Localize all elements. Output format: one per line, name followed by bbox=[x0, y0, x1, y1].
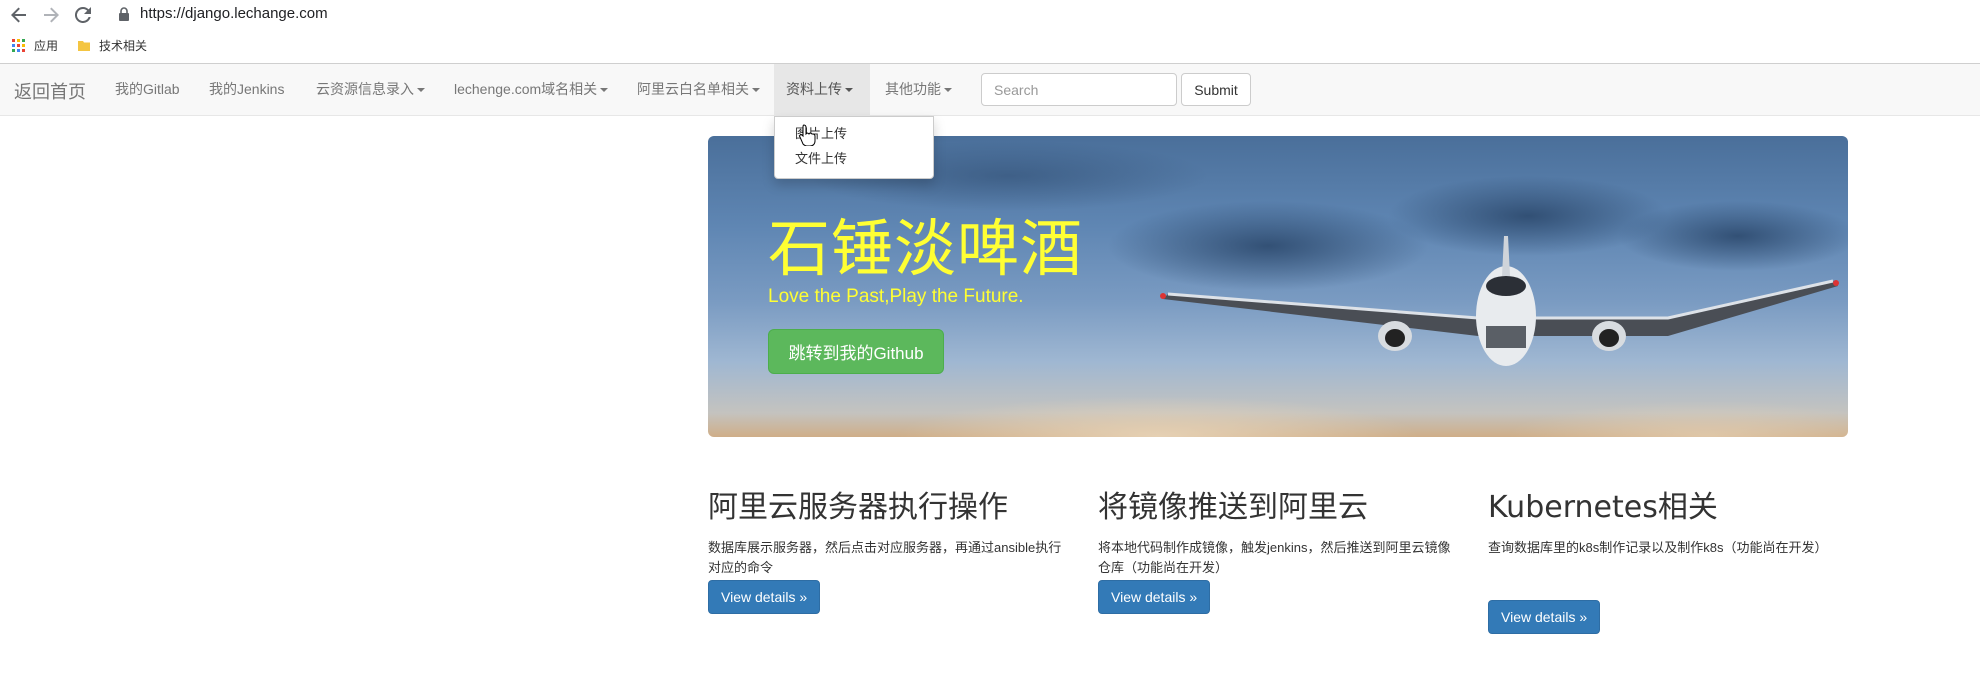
dropdown-item-file-upload[interactable]: 文件上传 bbox=[775, 146, 933, 171]
view-details-button-image-push[interactable]: View details » bbox=[1098, 580, 1211, 614]
view-details-button-aliyun[interactable]: View details » bbox=[708, 580, 821, 614]
hand-cursor-icon bbox=[799, 124, 816, 146]
nav-item-jenkins[interactable]: 我的Jenkins bbox=[197, 64, 296, 115]
nav-item-upload[interactable]: 资料上传 bbox=[774, 64, 870, 115]
nav-item-whitelist[interactable]: 阿里云白名单相关 bbox=[625, 64, 772, 115]
hero-tagline: Love the Past,Play the Future. bbox=[768, 286, 1024, 307]
address-bar-row: https://django.lechange.com bbox=[0, 0, 1980, 30]
column-title: Kubernetes相关 bbox=[1488, 490, 1718, 525]
nav-item-label: 阿里云白名单相关 bbox=[637, 81, 749, 97]
hero-jumbotron: 石锤淡啤酒 Love the Past,Play the Future. 跳转到… bbox=[708, 136, 1848, 437]
caret-down-icon bbox=[944, 88, 952, 93]
back-arrow-icon[interactable] bbox=[8, 4, 30, 26]
bookmark-label: 技术相关 bbox=[99, 39, 148, 53]
lock-icon bbox=[119, 7, 129, 21]
column-text: 查询数据库里的k8s制作记录以及制作k8s（功能尚在开发） bbox=[1488, 540, 1828, 555]
folder-icon bbox=[78, 40, 90, 51]
column-title: 阿里云服务器执行操作 bbox=[708, 490, 1008, 525]
caret-down-icon bbox=[845, 88, 853, 93]
top-navbar: 返回首页 我的Gitlab 我的Jenkins 云资源信息录入 lechenge… bbox=[0, 64, 1980, 116]
caret-down-icon bbox=[752, 88, 760, 93]
caret-down-icon bbox=[417, 88, 425, 93]
column-text: 将本地代码制作成镜像，触发jenkins，然后推送到阿里云镜像仓库（功能尚在开发… bbox=[1098, 540, 1451, 575]
apps-grid-icon bbox=[12, 38, 25, 52]
nav-item-label: lechenge.com域名相关 bbox=[454, 81, 598, 97]
nav-item-label: 资料上传 bbox=[786, 81, 842, 97]
column-text: 数据库展示服务器，然后点击对应服务器，再通过ansible执行对应的命令 bbox=[708, 540, 1062, 575]
search-input[interactable] bbox=[981, 73, 1177, 106]
submit-button[interactable]: Submit bbox=[1181, 73, 1251, 106]
nav-item-gitlab[interactable]: 我的Gitlab bbox=[103, 64, 192, 115]
reload-icon[interactable] bbox=[72, 4, 94, 26]
nav-item-label: 我的Gitlab bbox=[115, 81, 180, 97]
home-link[interactable]: 返回首页 bbox=[14, 78, 86, 104]
bookmarks-bar: 应用 技术相关 bbox=[0, 35, 1980, 57]
nav-item-other[interactable]: 其他功能 bbox=[873, 64, 964, 115]
bookmark-label: 应用 bbox=[34, 39, 59, 53]
feature-column-aliyun: 阿里云服务器执行操作 数据库展示服务器，然后点击对应服务器，再通过ansible… bbox=[708, 482, 1068, 578]
forward-arrow-icon[interactable] bbox=[40, 4, 62, 26]
nav-item-label: 我的Jenkins bbox=[209, 81, 285, 97]
github-button[interactable]: 跳转到我的Github bbox=[768, 329, 944, 374]
view-details-button-kubernetes[interactable]: View details » bbox=[1488, 600, 1601, 634]
feature-column-image-push: 将镜像推送到阿里云 将本地代码制作成镜像，触发jenkins，然后推送到阿里云镜… bbox=[1098, 482, 1458, 578]
bookmark-apps[interactable]: 应用 bbox=[12, 37, 58, 54]
nav-item-label: 其他功能 bbox=[885, 81, 941, 97]
browser-chrome: https://django.lechange.com 应用 技术相关 bbox=[0, 0, 1980, 64]
bookmark-tech[interactable]: 技术相关 bbox=[77, 37, 147, 54]
nav-item-cloud-resources[interactable]: 云资源信息录入 bbox=[304, 64, 437, 115]
url-text[interactable]: https://django.lechange.com bbox=[140, 5, 328, 22]
column-title: 将镜像推送到阿里云 bbox=[1098, 490, 1368, 525]
nav-item-label: 云资源信息录入 bbox=[316, 81, 414, 97]
feature-column-kubernetes: Kubernetes相关 查询数据库里的k8s制作记录以及制作k8s（功能尚在开… bbox=[1488, 482, 1848, 558]
hero-title: 石锤淡啤酒 bbox=[768, 212, 1084, 285]
caret-down-icon bbox=[600, 88, 609, 93]
nav-item-domain[interactable]: lechenge.com域名相关 bbox=[442, 64, 620, 115]
